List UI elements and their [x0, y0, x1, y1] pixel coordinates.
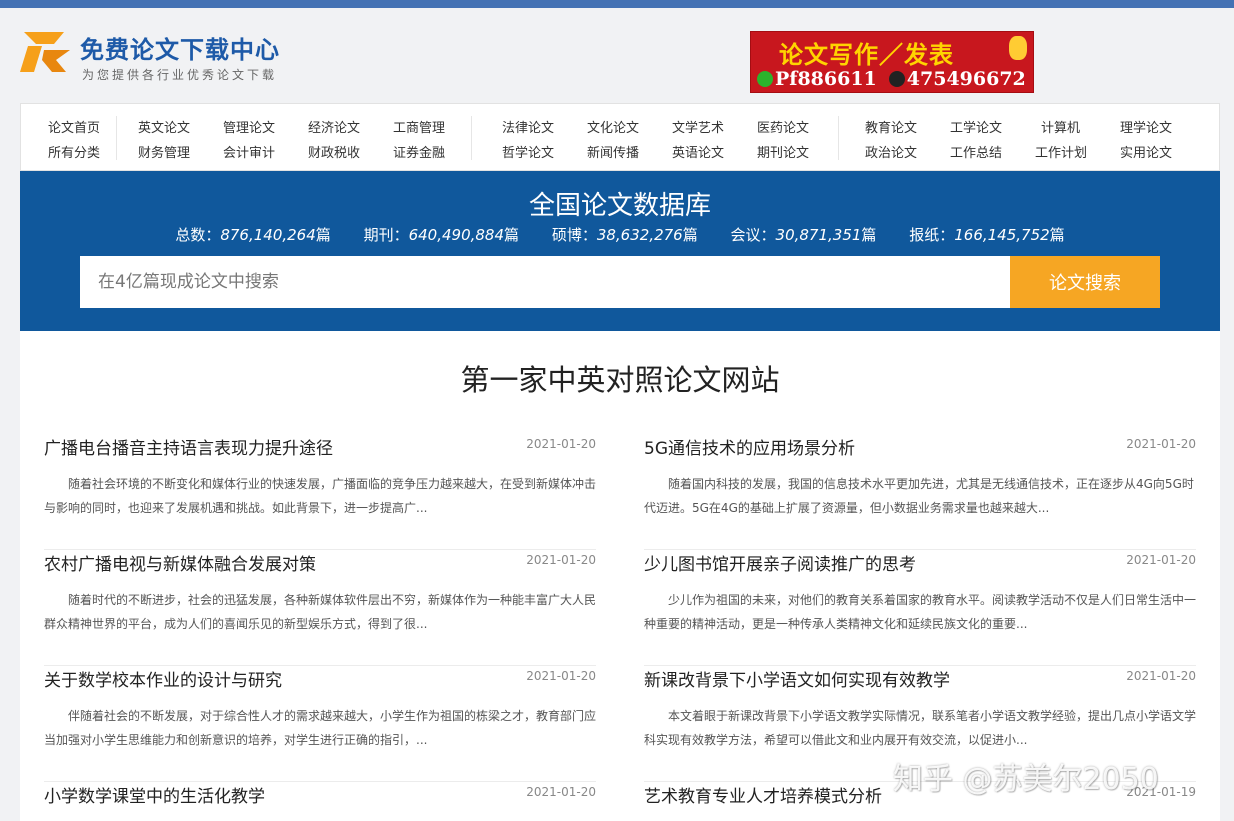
list-item: 新课改背景下小学语文如何实现有效教学 2021-01-20 本文着眼于新课改背景… [644, 666, 1196, 782]
article-title[interactable]: 广播电台播音主持语言表现力提升途径 [44, 434, 333, 459]
nav-item[interactable]: 政治论文 [865, 142, 917, 161]
article-summary: 随着时代的不断进步，社会的迅猛发展，各种新媒体软件层出不穷，新媒体作为一种能丰富… [44, 593, 596, 631]
ad-banner[interactable]: 论文写作／发表 Pf886611 475496672 [750, 31, 1034, 93]
article-date: 2021-01-20 [526, 553, 596, 567]
nav-item[interactable]: 经济论文 [308, 117, 360, 136]
nav-item[interactable]: 新闻传播 [587, 142, 639, 161]
nav-item[interactable]: 理学论文 [1120, 117, 1172, 136]
stat-thesis: 硕博：38,632,276篇 [551, 226, 698, 244]
nav-divider [838, 116, 839, 160]
list-item: 关于数学校本作业的设计与研究 2021-01-20 伴随着社会的不断发展，对于综… [44, 666, 596, 782]
section-title: 第一家中英对照论文网站 [460, 363, 780, 397]
article-date: 2021-01-20 [1126, 669, 1196, 683]
article-summary: 随着国内科技的发展，我国的信息技术水平更加先进，尤其是无线通信技术，正在逐步从4… [644, 477, 1194, 515]
main-content: 第一家中英对照论文网站 广播电台播音主持语言表现力提升途径 2021-01-20… [20, 331, 1220, 821]
nav-item[interactable]: 期刊论文 [757, 142, 809, 161]
stat-journal: 期刊：640,490,884篇 [363, 226, 520, 244]
nav-item[interactable]: 证券金融 [393, 142, 445, 161]
stat-newspaper: 报纸：166,145,752篇 [909, 226, 1065, 244]
nav-item[interactable]: 所有分类 [48, 142, 100, 161]
database-stats: 总数：876,140,264篇 期刊：640,490,884篇 硕博：38,63… [20, 224, 1220, 245]
site-header: 免费论文下载中心 为您提供各行业优秀论文下载 论文写作／发表 Pf886611 4… [20, 20, 1220, 100]
nav-item[interactable]: 工作总结 [950, 142, 1002, 161]
ad-banner-headline: 论文写作／发表 [779, 41, 954, 69]
article-date: 2021-01-20 [526, 669, 596, 683]
nav-item[interactable]: 英语论文 [672, 142, 724, 161]
list-item: 艺术教育专业人才培养模式分析 2021-01-19 [644, 782, 1196, 821]
article-summary: 本文着眼于新课改背景下小学语文教学实际情况，联系笔者小学语文教学经验，提出几点小… [644, 709, 1196, 747]
article-title[interactable]: 5G通信技术的应用场景分析 [644, 434, 855, 459]
qq-icon [888, 71, 905, 87]
article-summary: 随着社会环境的不断变化和媒体行业的快速发展，广播面临的竞争压力越来越大，在受到新… [44, 477, 596, 515]
article-date: 2021-01-19 [1126, 785, 1196, 799]
site-name[interactable]: 免费论文下载中心 [80, 30, 280, 65]
database-panel: 全国论文数据库 总数：876,140,264篇 期刊：640,490,884篇 … [20, 171, 1220, 331]
list-item: 农村广播电视与新媒体融合发展对策 2021-01-20 随着时代的不断进步，社会… [44, 550, 596, 666]
ad-banner-wechat: Pf886611 [775, 68, 877, 90]
article-date: 2021-01-20 [526, 437, 596, 451]
stat-conference: 会议：30,871,351篇 [730, 226, 877, 244]
nav-item[interactable]: 论文首页 [48, 117, 100, 136]
article-summary: 伴随着社会的不断发展，对于综合性人才的需求越来越大，小学生作为祖国的栋梁之才，教… [44, 709, 596, 747]
article-date: 2021-01-20 [1126, 553, 1196, 567]
ad-banner-qq: 475496672 [906, 68, 1026, 90]
ad-banner-contacts: Pf886611 475496672 [757, 68, 1026, 90]
site-logo-icon[interactable] [20, 26, 72, 78]
search-input[interactable] [80, 256, 1010, 308]
nav-item[interactable]: 会计审计 [223, 142, 275, 161]
article-title[interactable]: 小学数学课堂中的生活化教学 [44, 782, 265, 807]
nav-item[interactable]: 法律论文 [502, 117, 554, 136]
list-item: 少儿图书馆开展亲子阅读推广的思考 2021-01-20 少儿作为祖国的未来，对他… [644, 550, 1196, 666]
nav-item[interactable]: 工商管理 [393, 117, 445, 136]
top-accent-bar [0, 0, 1234, 8]
nav-divider [116, 116, 117, 160]
nav-item[interactable]: 教育论文 [865, 117, 917, 136]
site-slogan: 为您提供各行业优秀论文下载 [82, 68, 278, 82]
nav-item[interactable]: 文化论文 [587, 117, 639, 136]
article-title[interactable]: 艺术教育专业人才培养模式分析 [644, 782, 882, 807]
search-button[interactable]: 论文搜索 [1010, 256, 1160, 308]
list-item: 小学数学课堂中的生活化教学 2021-01-20 [44, 782, 596, 821]
wechat-icon [757, 71, 773, 87]
database-title: 全国论文数据库 [528, 191, 711, 221]
nav-item[interactable]: 实用论文 [1120, 142, 1172, 161]
article-date: 2021-01-20 [1126, 437, 1196, 451]
nav-item[interactable]: 财务管理 [138, 142, 190, 161]
article-summary: 少儿作为祖国的未来，对他们的教育关系着国家的教育水平。阅读教学活动不仅是人们日常… [644, 593, 1196, 631]
nav-item[interactable]: 工学论文 [950, 117, 1002, 136]
list-item: 5G通信技术的应用场景分析 2021-01-20 随着国内科技的发展，我国的信息… [644, 434, 1196, 550]
article-title[interactable]: 关于数学校本作业的设计与研究 [44, 666, 282, 691]
nav-item[interactable]: 工作计划 [1035, 142, 1087, 161]
stat-total: 总数：876,140,264篇 [175, 226, 331, 244]
nav-item[interactable]: 英文论文 [138, 117, 190, 136]
nav-divider [471, 116, 472, 160]
nav-item[interactable]: 财政税收 [308, 142, 360, 161]
article-title[interactable]: 农村广播电视与新媒体融合发展对策 [44, 550, 316, 575]
lantern-icon [1009, 36, 1027, 60]
nav-item[interactable]: 哲学论文 [502, 142, 554, 161]
nav-item[interactable]: 管理论文 [223, 117, 275, 136]
article-title[interactable]: 少儿图书馆开展亲子阅读推广的思考 [644, 550, 916, 575]
list-item: 广播电台播音主持语言表现力提升途径 2021-01-20 随着社会环境的不断变化… [44, 434, 596, 550]
article-date: 2021-01-20 [526, 785, 596, 799]
category-nav: 论文首页 英文论文 管理论文 经济论文 工商管理 法律论文 文化论文 文学艺术 … [20, 103, 1220, 171]
article-title[interactable]: 新课改背景下小学语文如何实现有效教学 [644, 666, 950, 691]
nav-item[interactable]: 医药论文 [757, 117, 809, 136]
nav-item[interactable]: 计算机 [1041, 117, 1080, 136]
nav-item[interactable]: 文学艺术 [672, 117, 724, 136]
